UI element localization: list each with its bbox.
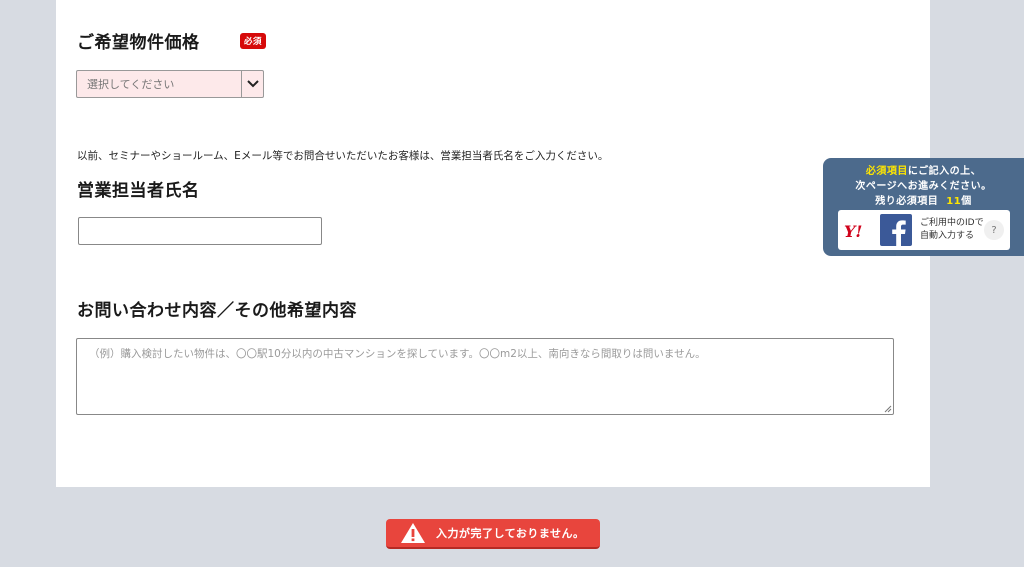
remaining-unit: 個: [961, 196, 972, 207]
panel-line1: にご記入の上、: [907, 166, 982, 177]
staff-note: 以前、セミナーやショールーム、Eメール等でお問合せいただいたお客様は、営業担当者…: [77, 150, 609, 162]
required-items-label: 必須項目: [865, 166, 908, 177]
id-text-line2: 自動入力する: [920, 231, 975, 241]
yahoo-logo[interactable]: Y!: [844, 222, 862, 241]
price-select-value: 選択してください: [87, 78, 175, 91]
staff-name-input[interactable]: [78, 217, 322, 245]
inquiry-placeholder: （例）購入検討したい物件は、〇〇駅10分以内の中古マンションを探しています。〇〇…: [89, 348, 706, 360]
id-text-line1: ご利用中のIDで: [920, 218, 984, 228]
price-select[interactable]: 選択してください: [76, 70, 264, 98]
remaining-count: 11: [946, 196, 962, 207]
autofill-panel: 必須項目にご記入の上、 次ページへお進みください。 残り必須項目 11個 Y! …: [823, 158, 1024, 256]
panel-message: 必須項目にご記入の上、 次ページへお進みください。 残り必須項目 11個: [823, 164, 1024, 209]
inquiry-heading: お問い合わせ内容／その他希望内容: [77, 301, 357, 321]
staff-heading: 営業担当者氏名: [77, 181, 200, 201]
id-autofill-box[interactable]: Y! ご利用中のIDで 自動入力する ?: [838, 210, 1010, 250]
required-badge: 必須: [240, 33, 266, 49]
facebook-logo[interactable]: [880, 214, 912, 246]
warning-icon: [401, 523, 425, 543]
help-icon[interactable]: ?: [984, 220, 1004, 240]
inquiry-textarea[interactable]: （例）購入検討したい物件は、〇〇駅10分以内の中古マンションを探しています。〇〇…: [76, 338, 894, 415]
price-heading: ご希望物件価格: [77, 33, 200, 53]
id-autofill-text: ご利用中のIDで 自動入力する: [920, 217, 984, 243]
error-label: 入力が完了しておりません。: [436, 527, 585, 540]
incomplete-submit-button[interactable]: 入力が完了しておりません。: [386, 519, 600, 549]
remaining-label: 残り必須項目: [875, 196, 939, 207]
resize-handle-icon[interactable]: [884, 405, 892, 413]
chevron-down-icon[interactable]: [241, 71, 263, 97]
panel-line2: 次ページへお進みください。: [855, 181, 992, 192]
